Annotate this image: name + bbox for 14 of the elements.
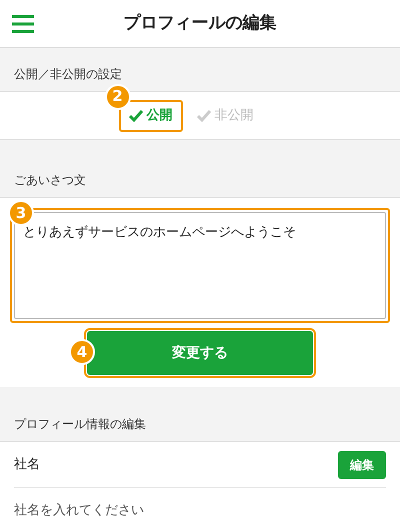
section-heading: プロフィール情報の編集	[14, 416, 146, 433]
company-name-field[interactable]: 社名を入れてください	[14, 488, 386, 523]
field-label: 社名	[14, 456, 40, 474]
edit-button[interactable]: 編集	[338, 450, 386, 478]
section-heading: 公開／非公開の設定	[14, 66, 122, 83]
callout-number: 3	[8, 200, 34, 226]
check-icon	[196, 110, 210, 122]
page-title: プロフィールの編集	[124, 12, 276, 35]
callout-number: 4	[69, 339, 95, 365]
section-heading: ごあいさつ文	[14, 172, 86, 189]
visibility-option[interactable]: 非公開	[188, 100, 262, 132]
check-icon	[128, 110, 142, 122]
submit-button[interactable]: 変更する	[87, 331, 313, 375]
menu-icon[interactable]	[12, 14, 34, 32]
